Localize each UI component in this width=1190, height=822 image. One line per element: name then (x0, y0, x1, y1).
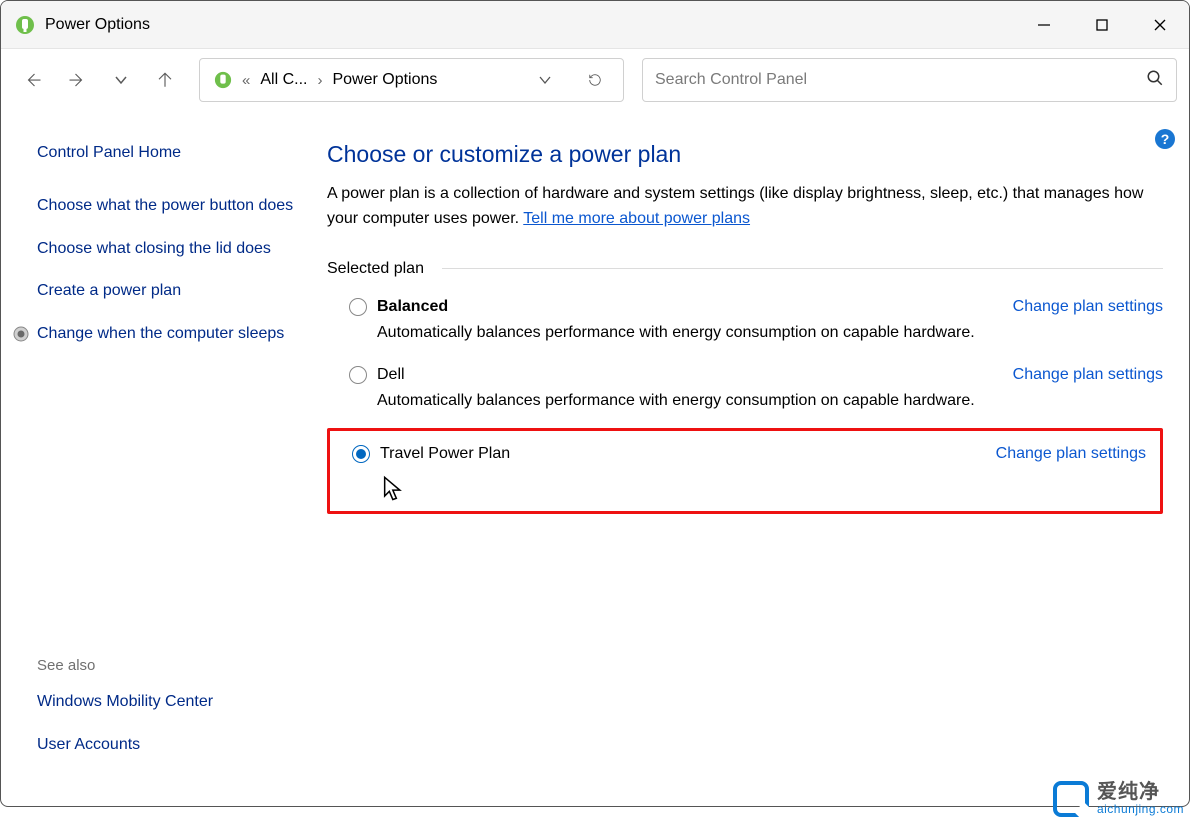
breadcrumb-segment-1[interactable]: All C... (254, 71, 313, 89)
watermark-url: aichunjing.com (1097, 803, 1184, 816)
address-bar[interactable]: « All C... › Power Options (199, 58, 624, 102)
address-app-icon (208, 71, 238, 89)
power-plan-travel: Travel Power Plan Change plan settings (327, 428, 1163, 514)
close-button[interactable] (1131, 1, 1189, 48)
intro-link[interactable]: Tell me more about power plans (523, 210, 750, 227)
power-plan-dell: Dell Change plan settings Automatically … (327, 360, 1163, 428)
change-plan-settings-link[interactable]: Change plan settings (996, 445, 1146, 463)
radio-travel[interactable] (352, 445, 370, 463)
navbar: « All C... › Power Options (1, 49, 1189, 111)
plan-name[interactable]: Dell (377, 366, 405, 384)
sidebar-home-link[interactable]: Control Panel Home (37, 141, 297, 166)
power-plan-balanced: Balanced Change plan settings Automatica… (327, 292, 1163, 360)
section-header: Selected plan (327, 260, 1163, 278)
refresh-button[interactable] (575, 60, 615, 100)
change-plan-settings-link[interactable]: Change plan settings (1013, 366, 1163, 384)
watermark-text: 爱纯净 (1097, 781, 1184, 803)
plan-description: Automatically balances performance with … (377, 324, 1163, 342)
search-icon[interactable] (1146, 69, 1164, 91)
see-also-user-accounts[interactable]: User Accounts (37, 733, 297, 758)
window-title: Power Options (45, 16, 150, 34)
maximize-button[interactable] (1073, 1, 1131, 48)
sidebar-link-close-lid[interactable]: Choose what closing the lid does (37, 237, 297, 262)
sidebar-link-power-button[interactable]: Choose what the power button does (37, 194, 297, 219)
plan-description: Automatically balances performance with … (377, 392, 1163, 410)
active-item-icon (13, 326, 29, 342)
body: ? Control Panel Home Choose what the pow… (1, 111, 1189, 806)
change-plan-settings-link[interactable]: Change plan settings (1013, 298, 1163, 316)
see-also: See also Windows Mobility Center User Ac… (37, 657, 297, 786)
recent-dropdown[interactable] (101, 60, 141, 100)
radio-balanced[interactable] (349, 298, 367, 316)
chevron-right-icon: › (313, 72, 326, 89)
main-content: Choose or customize a power plan A power… (311, 111, 1189, 806)
up-button[interactable] (145, 60, 185, 100)
titlebar: Power Options (1, 1, 1189, 49)
see-also-mobility[interactable]: Windows Mobility Center (37, 690, 297, 715)
watermark-logo-icon (1053, 781, 1089, 817)
address-dropdown[interactable] (525, 60, 565, 100)
page-heading: Choose or customize a power plan (327, 141, 1163, 168)
breadcrumb-segment-2[interactable]: Power Options (326, 71, 443, 89)
see-also-label: See also (37, 657, 297, 674)
window-buttons (1015, 1, 1189, 48)
cursor-icon (382, 475, 406, 503)
sidebar: Control Panel Home Choose what the power… (1, 111, 311, 806)
plan-name[interactable]: Travel Power Plan (380, 445, 510, 463)
search-input[interactable] (655, 71, 1146, 89)
intro-paragraph: A power plan is a collection of hardware… (327, 182, 1163, 232)
forward-button[interactable] (57, 60, 97, 100)
radio-dell[interactable] (349, 366, 367, 384)
app-icon (15, 15, 35, 35)
minimize-button[interactable] (1015, 1, 1073, 48)
search-box[interactable] (642, 58, 1177, 102)
help-icon[interactable]: ? (1155, 129, 1175, 149)
window: Power Options (0, 0, 1190, 807)
watermark: 爱纯净 aichunjing.com (1047, 777, 1190, 821)
address-chevron-left-icon: « (238, 72, 254, 89)
section-label: Selected plan (327, 260, 424, 278)
back-button[interactable] (13, 60, 53, 100)
divider (442, 268, 1163, 269)
sidebar-link-create-plan[interactable]: Create a power plan (37, 279, 297, 304)
plan-name[interactable]: Balanced (377, 298, 448, 316)
sidebar-link-sleep[interactable]: Change when the computer sleeps (37, 322, 284, 347)
